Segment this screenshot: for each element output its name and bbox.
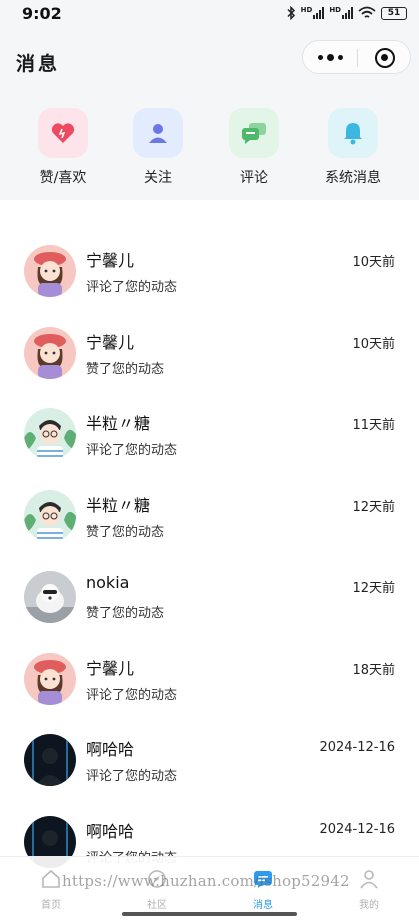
category-row: 赞/喜欢 关注 评论 系统消息 xyxy=(0,108,419,190)
message-action: 赞了您的动态 xyxy=(86,524,165,540)
sender-name: nokia xyxy=(86,573,130,592)
sender-name: 半粒〃糖 xyxy=(86,495,151,515)
chat-icon xyxy=(229,108,279,158)
sender-name: 宁馨儿 xyxy=(86,332,135,352)
message-time: 2024-12-16 xyxy=(319,821,395,837)
message-row[interactable]: nokia 赞了您的动态 12天前 xyxy=(0,542,419,624)
sender-name: 宁馨儿 xyxy=(86,658,135,678)
status-time: 9:02 xyxy=(22,3,62,23)
message-list: 宁馨儿 评论了您的动态 10天前 宁馨儿 赞了您的动态 10天前 半粒〃糖 评论… xyxy=(0,216,419,868)
bell-icon xyxy=(328,108,378,158)
home-icon xyxy=(42,869,60,888)
boy-avatar xyxy=(24,489,76,542)
sender-name: 宁馨儿 xyxy=(86,251,135,270)
message-time: 18天前 xyxy=(352,662,395,678)
girl-avatar xyxy=(24,326,76,379)
mini-program-capsule xyxy=(302,40,411,74)
message-action: 评论了您的动态 xyxy=(86,769,178,784)
category-follow[interactable]: 关注 xyxy=(110,108,206,187)
bluetooth-icon xyxy=(287,6,295,20)
message-time: 12天前 xyxy=(352,581,395,596)
sender-name: 啊哈哈 xyxy=(86,740,135,759)
signal-icon-1: HD xyxy=(301,7,325,19)
message-time: 2024-12-16 xyxy=(319,740,395,755)
status-icons: HD HD 51 xyxy=(286,6,407,20)
home-indicator xyxy=(122,912,297,916)
message-action: 评论了您的动态 xyxy=(86,443,178,458)
signal-icon-2: HD xyxy=(329,7,353,19)
watermark-text: https://www.huzhan.com/ishop52942 xyxy=(62,872,350,890)
tab-label: 首页 xyxy=(41,900,61,911)
sender-name: 啊哈哈 xyxy=(86,821,135,841)
page-title: 消息 xyxy=(16,53,61,75)
more-options-icon[interactable] xyxy=(303,41,357,73)
category-likes[interactable]: 赞/喜欢 xyxy=(15,108,111,187)
battery-icon: 51 xyxy=(381,6,407,20)
tab-label: 我的 xyxy=(359,900,379,911)
capsule-divider xyxy=(357,49,358,67)
message-time: 10天前 xyxy=(352,255,395,270)
tab-label: 消息 xyxy=(253,900,273,911)
girl-avatar xyxy=(24,652,76,705)
dog-avatar xyxy=(24,571,76,623)
wifi-icon xyxy=(358,6,376,18)
category-label: 赞/喜欢 xyxy=(39,170,87,186)
category-system[interactable]: 系统消息 xyxy=(305,108,401,187)
category-label: 系统消息 xyxy=(325,170,381,186)
person-icon xyxy=(133,108,183,158)
category-comments[interactable]: 评论 xyxy=(206,108,302,187)
close-mini-program-icon[interactable] xyxy=(375,48,395,68)
header: 消息 xyxy=(0,40,419,84)
message-action: 赞了您的动态 xyxy=(86,361,165,377)
message-row[interactable]: 半粒〃糖 赞了您的动态 12天前 xyxy=(0,461,419,543)
message-row[interactable]: 啊哈哈 评论了您的动态 2024-12-16 xyxy=(0,705,419,787)
girl-avatar xyxy=(24,245,76,297)
message-row[interactable]: 宁馨儿 赞了您的动态 10天前 xyxy=(0,298,419,380)
message-time: 10天前 xyxy=(352,336,395,352)
boy-avatar xyxy=(24,408,76,460)
category-label: 关注 xyxy=(144,170,172,186)
message-row[interactable]: 宁馨儿 评论了您的动态 18天前 xyxy=(0,624,419,706)
dark-avatar xyxy=(24,734,76,786)
message-row[interactable]: 半粒〃糖 评论了您的动态 11天前 xyxy=(0,379,419,461)
message-action: 赞了您的动态 xyxy=(86,606,165,621)
sender-name: 半粒〃糖 xyxy=(86,414,151,433)
profile-icon xyxy=(360,870,378,889)
message-row[interactable]: 宁馨儿 评论了您的动态 10天前 xyxy=(0,216,419,298)
message-action: 评论了您的动态 xyxy=(86,687,178,703)
category-label: 评论 xyxy=(240,170,268,186)
tab-label: 社区 xyxy=(147,900,167,911)
message-time: 12天前 xyxy=(352,499,395,515)
status-bar: 9:02 HD HD 51 xyxy=(0,0,419,26)
heart-icon xyxy=(38,108,88,158)
message-time: 11天前 xyxy=(352,418,395,433)
message-action: 评论了您的动态 xyxy=(86,280,178,295)
